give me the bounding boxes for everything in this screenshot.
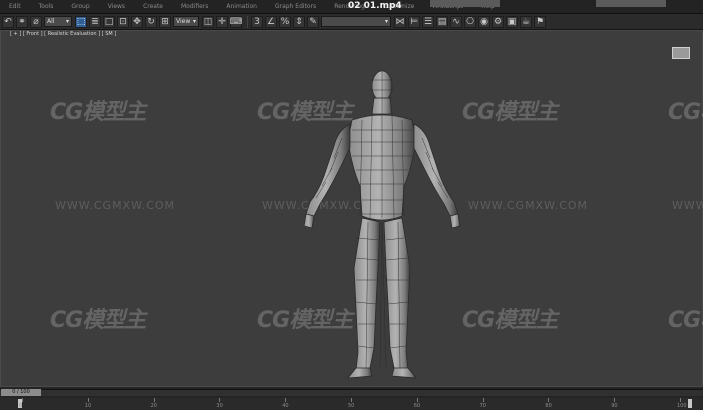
timeline-tick-label: 0 — [19, 403, 23, 409]
select-by-name-icon[interactable]: ≣ — [89, 15, 101, 28]
chevron-down-icon: ▾ — [65, 18, 69, 25]
menu-views[interactable]: Views — [99, 3, 134, 10]
rectangle-selection-icon[interactable]: □ — [103, 15, 115, 28]
render-iterative-icon[interactable]: ⚑ — [534, 15, 546, 28]
toolbar-separator — [247, 15, 248, 28]
menu-create[interactable]: Create — [134, 3, 172, 10]
timeline-tick — [22, 398, 23, 402]
named-selection-dropdown[interactable]: ▾ — [321, 16, 391, 27]
spinner-snap-icon[interactable]: ⇕ — [293, 15, 305, 28]
selection-filter-value: All — [47, 18, 55, 25]
watermark-logo: CG模型主 — [50, 308, 146, 333]
angle-snap-icon[interactable]: ∠ — [265, 15, 277, 28]
keyframe-marker[interactable] — [688, 399, 692, 408]
render-setup-icon[interactable]: ⚙ — [492, 15, 504, 28]
mirror-icon[interactable]: ⋈ — [394, 15, 406, 28]
pivot-icon[interactable]: ◫ — [202, 15, 214, 28]
timeline-tick — [285, 398, 287, 402]
timeline-tick-label: 70 — [479, 403, 486, 409]
move-icon[interactable]: ✥ — [131, 15, 143, 28]
watermark-logo: CG模型主 — [668, 100, 703, 125]
watermark-url: WWW.CGMXW.COM — [55, 199, 176, 212]
window-control-right[interactable] — [596, 0, 666, 7]
timeline-tick — [680, 398, 681, 402]
timeline-tick-label: 90 — [611, 403, 618, 409]
snap-toggle-icon[interactable]: 3 — [251, 15, 263, 28]
watermark-url: WWW.CGMXW.COM — [672, 199, 703, 212]
align-icon[interactable]: ⊨ — [408, 15, 420, 28]
timeline-tick — [351, 398, 352, 402]
undo-icon[interactable]: ↶ — [2, 15, 14, 28]
timeline-tick-label: 80 — [545, 403, 552, 409]
timeline-tick-label: 20 — [150, 403, 157, 409]
select-object-icon[interactable]: ⬚ — [75, 15, 87, 28]
layer-manager-icon[interactable]: ☰ — [422, 15, 434, 28]
menu-group[interactable]: Group — [62, 3, 98, 10]
timeline-tick-label: 10 — [84, 403, 92, 409]
timeline-tick-label: 60 — [413, 403, 421, 409]
timeline-tick — [219, 398, 221, 402]
reference-coord-dropdown[interactable]: View ▾ — [173, 16, 199, 27]
timeline-tick — [548, 398, 550, 402]
select-manipulate-icon[interactable]: ✛ — [216, 15, 228, 28]
chevron-down-icon: ▾ — [192, 18, 196, 25]
watermark-logo: CG模型主 — [668, 308, 703, 333]
main-toolbar: ↶ ⚭ ⌀ All ▾ ⬚ ≣ □ ⊡ ✥ ↻ ⊞ View ▾ ◫ ✛ ⌨ 3… — [0, 14, 703, 30]
curve-editor-icon[interactable]: ∿ — [450, 15, 462, 28]
menu-modifiers[interactable]: Modifiers — [172, 3, 217, 10]
viewport-label[interactable]: [ + ] [ Front ] [ Realistic Evaluation ]… — [10, 31, 116, 37]
schematic-view-icon[interactable]: ⎔ — [464, 15, 476, 28]
chevron-down-icon: ▾ — [384, 18, 388, 25]
timeline-tick — [416, 398, 418, 402]
rotate-icon[interactable]: ↻ — [145, 15, 157, 28]
menu-animation[interactable]: Animation — [217, 3, 266, 10]
reference-coord-value: View — [176, 18, 191, 25]
timeline-tick — [482, 398, 484, 402]
link-icon[interactable]: ⚭ — [16, 15, 28, 28]
watermark-logo: CG模型主 — [50, 100, 146, 125]
edit-named-selection-icon[interactable]: ✎ — [307, 15, 319, 28]
unlink-icon[interactable]: ⌀ — [30, 15, 42, 28]
timeline-tick-label: 50 — [348, 403, 355, 409]
window-control-left[interactable] — [430, 0, 500, 7]
scale-icon[interactable]: ⊞ — [159, 15, 171, 28]
render-production-icon[interactable]: ☕ — [520, 15, 532, 28]
graphite-ribbon-icon[interactable]: ▤ — [436, 15, 448, 28]
viewcube-icon[interactable] — [672, 47, 690, 59]
watermark-logo: CG模型主 — [462, 308, 558, 333]
percent-snap-icon[interactable]: % — [279, 15, 291, 28]
window-crossing-icon[interactable]: ⊡ — [117, 15, 129, 28]
rendered-frame-window-icon[interactable]: ▣ — [506, 15, 518, 28]
menu-edit[interactable]: Edit — [0, 3, 30, 10]
video-title: 02 01.mp4 — [348, 1, 402, 11]
timeline-tick — [153, 398, 155, 402]
human-base-mesh[interactable] — [290, 68, 470, 380]
keyboard-shortcut-icon[interactable]: ⌨ — [230, 15, 243, 28]
timeline-tick-label: 40 — [282, 403, 289, 409]
menu-graph-editors[interactable]: Graph Editors — [266, 3, 325, 10]
timeline-tick-label: 100 — [677, 403, 687, 409]
material-editor-icon[interactable]: ◉ — [478, 15, 490, 28]
menu-tools[interactable]: Tools — [30, 3, 63, 10]
time-slider-thumb[interactable]: 0 / 100 — [1, 389, 41, 396]
timeline-tick — [614, 398, 616, 402]
watermark-url: WWW.CGMXW.COM — [468, 199, 589, 212]
timeline-tick — [87, 398, 89, 402]
menu-bar: Edit Tools Group Views Create Modifiers … — [0, 0, 703, 14]
timeline-tick-label: 30 — [216, 403, 223, 409]
time-slider-track[interactable] — [0, 389, 703, 396]
selection-filter-dropdown[interactable]: All ▾ — [44, 16, 72, 27]
watermark-logo: CG模型主 — [462, 100, 558, 125]
